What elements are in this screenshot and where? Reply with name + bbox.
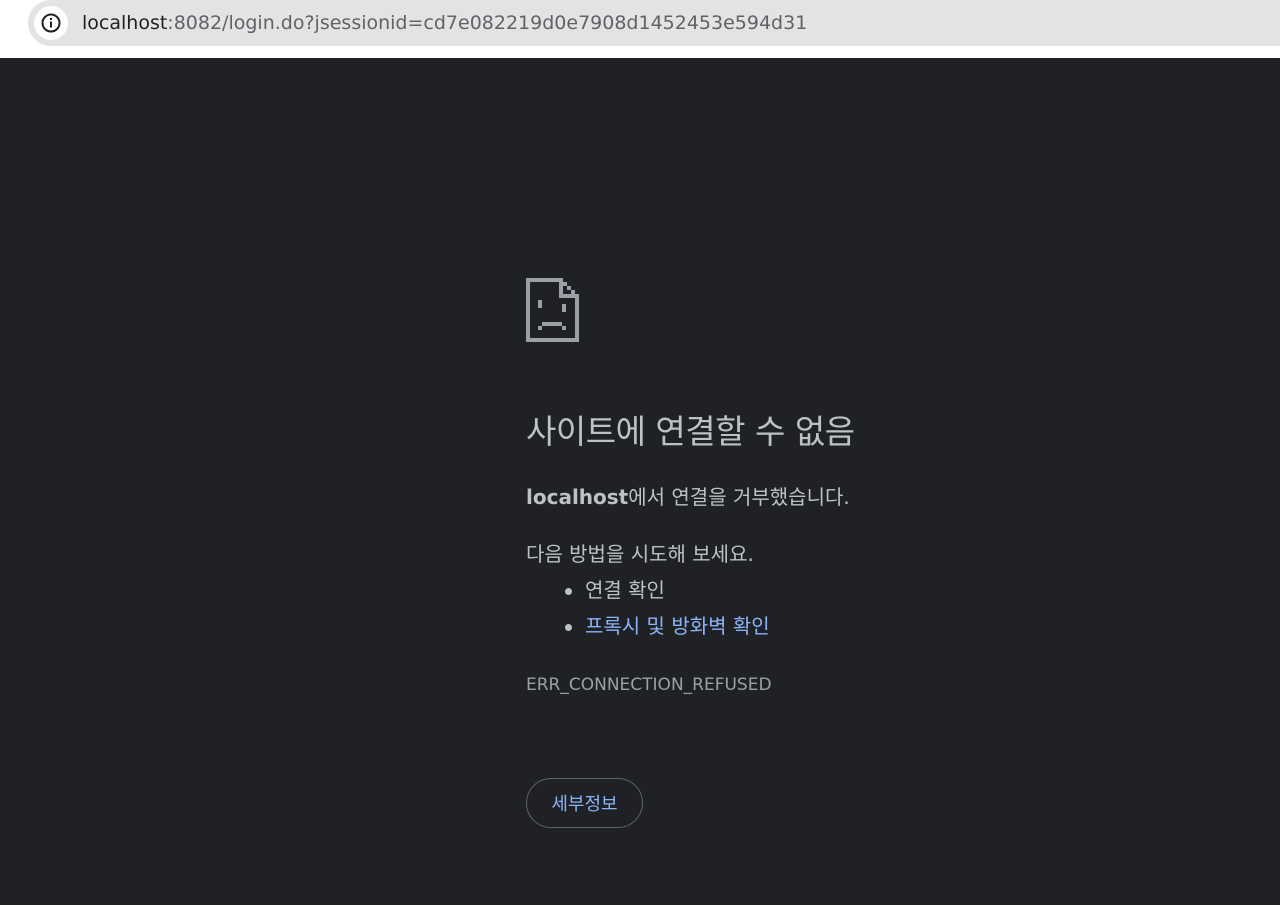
refused-text: 에서 연결을 거부했습니다.	[628, 485, 850, 509]
url-host: localhost	[82, 12, 168, 34]
suggestions-heading: 다음 방법을 시도해 보세요.	[526, 542, 754, 566]
error-code: ERR_CONNECTION_REFUSED	[526, 675, 772, 695]
error-host: localhost	[526, 485, 629, 509]
error-description: localhost에서 연결을 거부했습니다.	[526, 483, 850, 511]
bullet-icon	[565, 624, 572, 631]
address-bar[interactable]: localhost:8082/login.do?jsessionid=cd7e0…	[28, 0, 1280, 46]
bullet-icon	[565, 588, 572, 595]
details-button[interactable]: 세부정보	[526, 778, 643, 828]
suggestion-check-proxy: 프록시 및 방화벽 확인	[526, 612, 770, 648]
browser-toolbar: localhost:8082/login.do?jsessionid=cd7e0…	[0, 0, 1280, 58]
suggestion-label: 연결 확인	[585, 578, 665, 602]
info-icon	[41, 13, 61, 33]
proxy-firewall-link[interactable]: 프록시 및 방화벽 확인	[585, 614, 770, 638]
suggestions-list: 연결 확인 프록시 및 방화벽 확인	[526, 576, 770, 648]
site-info-button[interactable]	[34, 6, 68, 40]
url-text[interactable]: localhost:8082/login.do?jsessionid=cd7e0…	[82, 11, 807, 35]
error-page: 사이트에 연결할 수 없음 localhost에서 연결을 거부했습니다. 다음…	[0, 58, 1280, 905]
url-path: :8082/login.do?jsessionid=cd7e082219d0e7…	[167, 12, 808, 34]
suggestion-check-connection: 연결 확인	[526, 576, 770, 612]
error-title: 사이트에 연결할 수 없음	[526, 412, 855, 451]
sad-document-icon	[526, 278, 579, 342]
